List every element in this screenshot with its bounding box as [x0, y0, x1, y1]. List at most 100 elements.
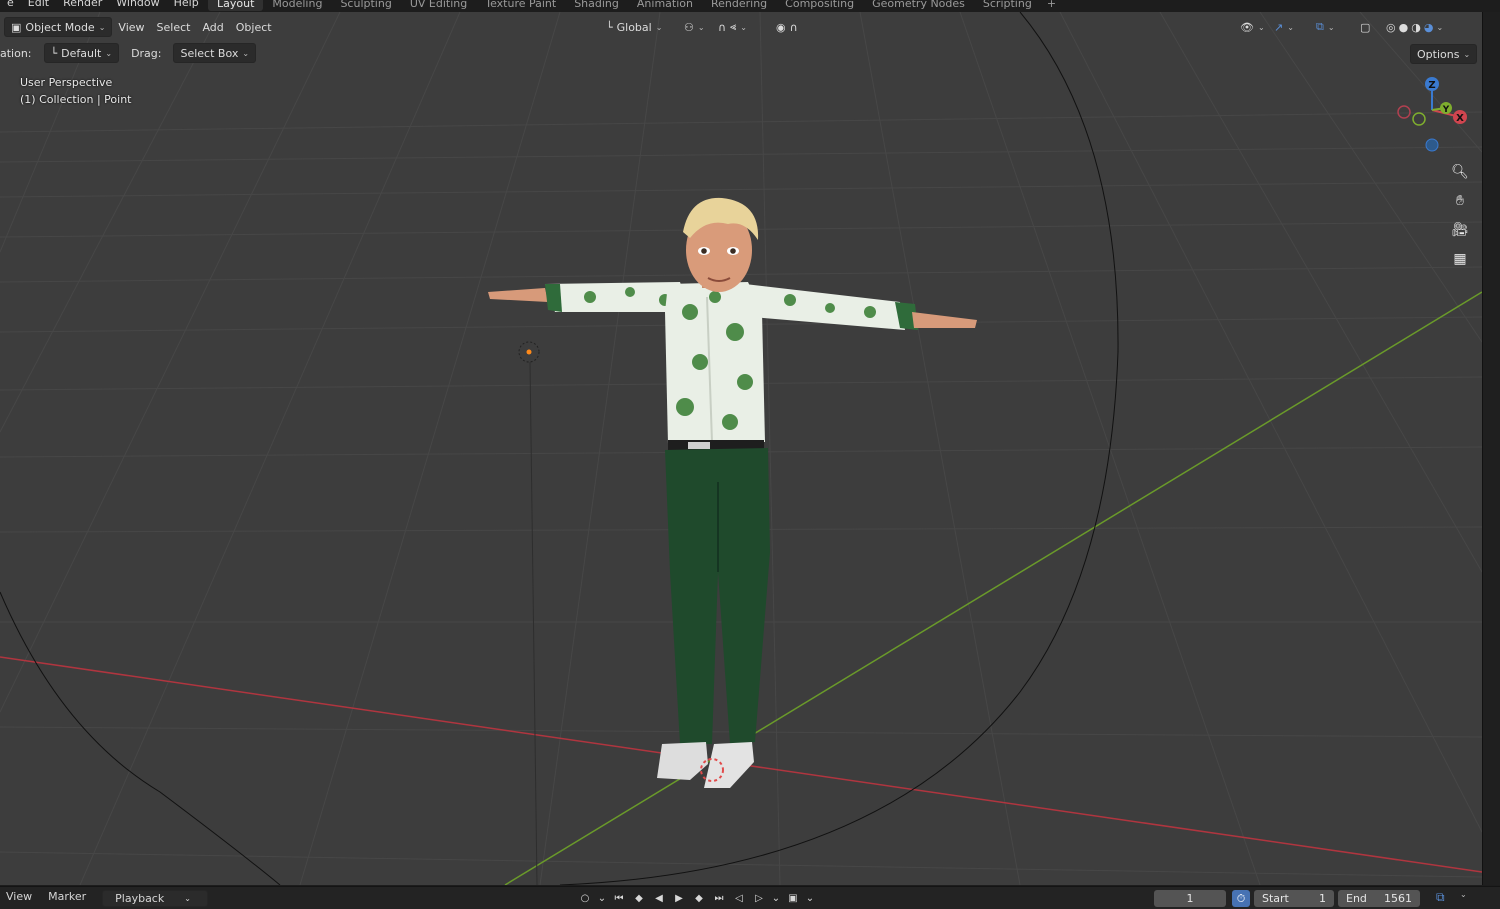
gizmo-neg-z-icon[interactable] — [1425, 138, 1439, 152]
tab-uv-editing[interactable]: UV Editing — [401, 0, 476, 11]
chevron-down-icon: ⌄ — [98, 22, 106, 32]
chevron-down-icon: ⌄ — [1257, 22, 1265, 32]
tab-modeling[interactable]: Modeling — [263, 0, 331, 11]
orientation-dropdown[interactable]: └ Default ⌄ — [43, 43, 120, 63]
tab-layout[interactable]: Layout — [208, 0, 264, 11]
magnet-icon: ∩ — [718, 20, 727, 34]
tab-shading[interactable]: Shading — [565, 0, 628, 11]
chevron-down-icon: ⌄ — [184, 893, 191, 903]
light-boundary-curve — [0, 12, 1119, 885]
menu-file[interactable]: e — [0, 0, 21, 10]
axes-icon: └ — [50, 46, 58, 60]
end-frame-field[interactable]: End 1561 — [1338, 890, 1420, 907]
preview-range-icon[interactable]: ⏱ — [1232, 890, 1250, 907]
mode-selector[interactable]: ▣ Object Mode ⌄ — [4, 17, 113, 37]
play-reverse-icon[interactable]: ◀ — [650, 890, 668, 906]
chevron-down-icon[interactable]: ⌄ — [596, 890, 608, 906]
jump-end-icon[interactable]: ⏭ — [710, 890, 728, 906]
pivot-point-dropdown[interactable]: ⚇ ⌄ — [678, 17, 711, 37]
tab-rendering[interactable]: Rendering — [702, 0, 776, 11]
timeline-menu-marker[interactable]: Marker — [48, 890, 86, 907]
main-menu: e Edit Render Window Help — [0, 0, 206, 10]
menu-help[interactable]: Help — [167, 0, 206, 10]
gizmo-toggle[interactable]: ↗ ⌄ — [1268, 17, 1300, 37]
proportional-edit-toggle[interactable]: ◉ ∩ — [770, 17, 804, 37]
next-keyframe-icon[interactable]: ◆ — [690, 890, 708, 906]
overlays-toggle[interactable]: ⧉ ⌄ — [1310, 17, 1341, 37]
view-perspective-label: User Perspective — [20, 76, 113, 89]
snap-toggle[interactable]: ∩ ⪡ ⌄ — [712, 17, 753, 37]
tab-animation[interactable]: Animation — [628, 0, 702, 11]
menu-render[interactable]: Render — [56, 0, 109, 10]
keying-set-icon[interactable]: ▣ — [784, 890, 802, 906]
options-label: Options — [1417, 47, 1460, 61]
play-icon[interactable]: ▶ — [670, 890, 688, 906]
character-model[interactable] — [488, 197, 977, 788]
point-light-origin — [526, 349, 532, 355]
top-bar: e Edit Render Window Help Layout Modelin… — [0, 0, 1500, 12]
menu-select[interactable]: Select — [151, 17, 197, 37]
menu-add[interactable]: Add — [196, 17, 229, 37]
drag-dropdown[interactable]: Select Box ⌄ — [173, 43, 257, 63]
chevron-down-icon[interactable]: ⌄ — [1436, 23, 1443, 32]
collection-object-label: (1) Collection | Point — [20, 93, 132, 106]
proportional-edit-icon: ◉ — [776, 20, 786, 34]
visibility-dropdown[interactable]: 👁︎ ⌄ — [1234, 17, 1271, 37]
add-workspace-button[interactable]: + — [1041, 0, 1062, 11]
timeline-menu-playback[interactable]: Playback ⌄ — [102, 889, 208, 907]
tab-texture-paint[interactable]: Texture Paint — [476, 0, 565, 11]
playback-controls: ○ ⌄ ⏮ ◆ ◀ ▶ ◆ ⏭ ◁ ▷ ⌄ ▣ ⌄ — [576, 890, 816, 906]
menu-window[interactable]: Window — [109, 0, 166, 10]
chevron-down-icon: ⌄ — [1287, 22, 1294, 32]
current-frame-field[interactable]: 1 — [1154, 890, 1226, 907]
timeline-overlay-icon[interactable]: ⧉ — [1436, 890, 1445, 905]
chevron-down-icon: ⌄ — [740, 22, 747, 32]
material-shading-icon[interactable]: ◑ — [1411, 21, 1421, 34]
tab-geometry-nodes[interactable]: Geometry Nodes — [863, 0, 974, 11]
pan-hand-icon[interactable]: ✋︎ — [1446, 187, 1474, 215]
playback-label: Playback — [115, 891, 165, 905]
transform-orientation-dropdown[interactable]: └ Global ⌄ — [600, 17, 668, 37]
chevron-down-icon[interactable]: ⌄ — [804, 890, 816, 906]
gizmo-neg-y-icon[interactable] — [1412, 112, 1426, 126]
tab-scripting[interactable]: Scripting — [974, 0, 1041, 11]
wireframe-shading-icon[interactable]: ◎ — [1386, 21, 1396, 34]
prev-keyframe-icon[interactable]: ◆ — [630, 890, 648, 906]
chevron-down-icon: ⌄ — [1327, 22, 1335, 32]
solid-shading-icon[interactable]: ● — [1399, 21, 1409, 34]
viewport-scene — [0, 12, 1482, 885]
step-forward-icon[interactable]: ▷ — [750, 890, 768, 906]
auto-keying-icon[interactable]: ○ — [576, 890, 594, 906]
pivot-icon: ⚇ — [684, 20, 694, 34]
light-stem — [529, 361, 538, 885]
gizmo-icon: ↗ — [1274, 20, 1284, 34]
timeline-header: View Marker Playback ⌄ ○ ⌄ ⏮ ◆ ◀ ▶ ◆ ⏭ ◁… — [0, 886, 1500, 909]
xray-toggle[interactable]: ▢ — [1354, 17, 1376, 37]
step-back-icon[interactable]: ◁ — [730, 890, 748, 906]
gizmo-neg-x-icon[interactable] — [1397, 105, 1411, 119]
chevron-down-icon[interactable]: ⌄ — [770, 890, 782, 906]
chevron-down-icon[interactable]: ⌄ — [1460, 890, 1467, 899]
tab-sculpting[interactable]: Sculpting — [331, 0, 400, 11]
zoom-icon[interactable]: 🔍︎ — [1446, 158, 1474, 186]
tab-compositing[interactable]: Compositing — [776, 0, 863, 11]
3d-viewport[interactable]: User Perspective (1) Collection | Point … — [0, 12, 1482, 885]
chevron-down-icon: ⌄ — [105, 48, 113, 58]
options-dropdown[interactable]: Options ⌄ — [1410, 44, 1478, 64]
navigation-gizmo[interactable]: Z Y X — [1392, 72, 1472, 162]
menu-edit[interactable]: Edit — [21, 0, 56, 10]
menu-object[interactable]: Object — [230, 17, 278, 37]
timeline-menu-view[interactable]: View — [6, 890, 32, 907]
start-frame-field[interactable]: Start 1 — [1254, 890, 1334, 907]
perspective-toggle-icon[interactable]: ▦ — [1446, 245, 1474, 273]
end-value: 1561 — [1384, 892, 1412, 905]
gizmo-x-label: X — [1456, 113, 1464, 124]
jump-start-icon[interactable]: ⏮ — [610, 890, 628, 906]
menu-view[interactable]: View — [112, 17, 150, 37]
timeline-menus: View Marker Playback ⌄ — [0, 889, 218, 907]
drag-label: Drag: — [131, 46, 162, 60]
camera-view-icon[interactable]: 🎥︎ — [1446, 216, 1474, 244]
orientation-axes-icon: └ — [606, 20, 613, 34]
rendered-shading-icon[interactable]: ◕ — [1424, 21, 1434, 34]
chevron-down-icon: ⌄ — [655, 22, 663, 32]
